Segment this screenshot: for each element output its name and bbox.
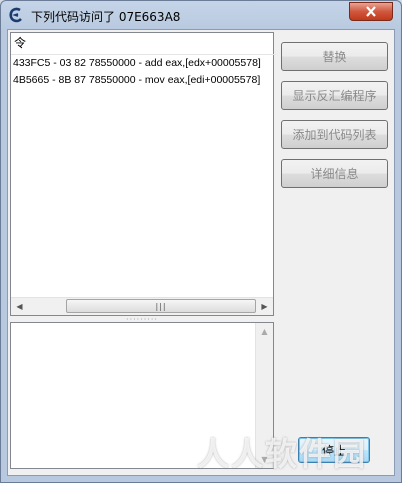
close-icon (366, 6, 376, 17)
horizontal-scrollbar[interactable]: ◀ ||| ▶ (11, 297, 273, 315)
title-bar[interactable]: 下列代码访问了 07E663A8 (1, 1, 401, 29)
scroll-thumb[interactable]: ||| (66, 299, 256, 313)
cheat-engine-icon (9, 7, 22, 23)
scroll-left-icon[interactable]: ◀ (11, 298, 28, 315)
add-to-codelist-button[interactable]: 添加到代码列表 (281, 120, 388, 149)
more-info-button[interactable]: 详细信息 (281, 159, 388, 188)
client-area: 令 433FC5 - 03 82 78550000 - add eax,[edx… (7, 29, 395, 476)
watermark: 人人软件园 (197, 435, 368, 473)
instruction-list[interactable]: 令 433FC5 - 03 82 78550000 - add eax,[edx… (10, 32, 276, 316)
scroll-right-icon[interactable]: ▶ (256, 298, 273, 315)
list-item[interactable]: 4B5665 - 8B 87 78550000 - mov eax,[edi+0… (11, 72, 273, 89)
scroll-up-icon[interactable]: ▲ (256, 323, 273, 340)
replace-button[interactable]: 替换 (281, 42, 388, 71)
column-header-instruction[interactable]: 令 (11, 33, 276, 55)
window-title: 下列代码访问了 07E663A8 (31, 10, 181, 24)
grip-icon: ||| (155, 301, 167, 311)
window: 下列代码访问了 07E663A8 令 433FC5 - 03 82 785500… (0, 0, 402, 483)
list-body: 433FC5 - 03 82 78550000 - add eax,[edx+0… (11, 55, 273, 89)
list-item[interactable]: 433FC5 - 03 82 78550000 - add eax,[edx+0… (11, 55, 273, 72)
close-button[interactable] (349, 2, 393, 21)
show-disassembler-button[interactable]: 显示反汇编程序 (281, 81, 388, 110)
